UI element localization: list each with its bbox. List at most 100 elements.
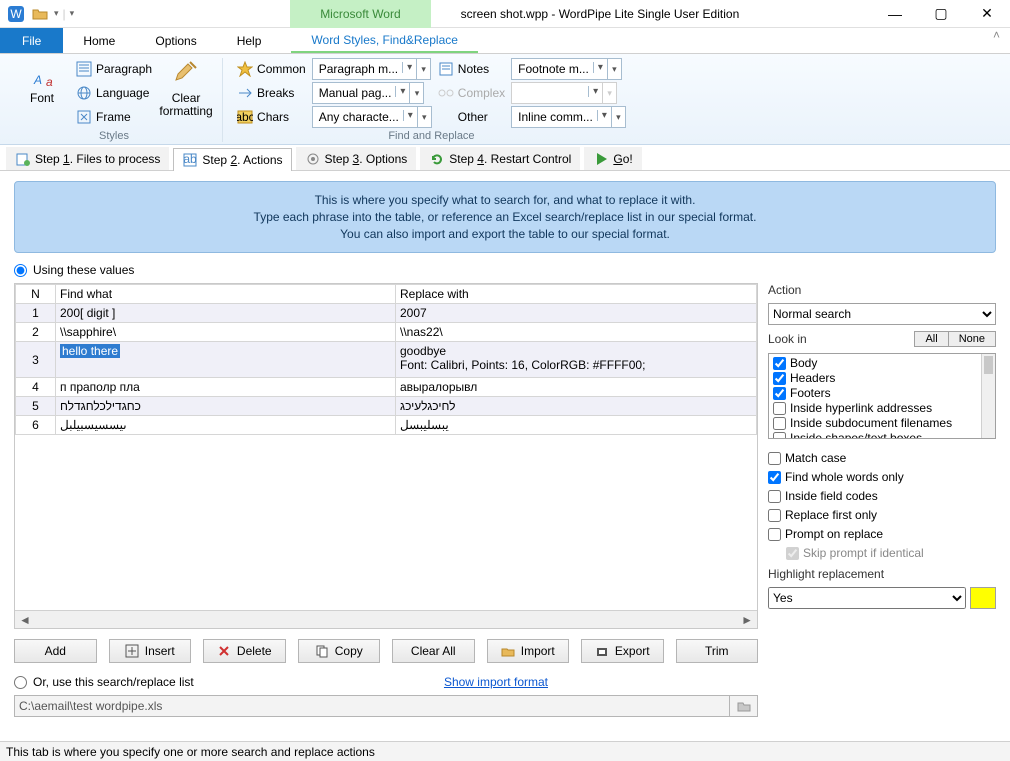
match-case-check[interactable]: Match case — [768, 451, 996, 466]
step-tabs: Step 1. Files to process abStep 2. Actio… — [0, 145, 1010, 171]
app-icon: W — [6, 4, 26, 24]
lookin-list[interactable]: Body Headers Footers Inside hyperlink ad… — [768, 353, 996, 439]
common-combo[interactable]: Paragraph m... — [312, 58, 417, 80]
maximize-button[interactable]: ▢ — [918, 0, 964, 28]
step3-tab[interactable]: Step 3. Options — [296, 147, 417, 170]
close-button[interactable]: ✕ — [964, 0, 1010, 28]
common-label: Common — [257, 62, 306, 76]
language-button[interactable]: Language — [76, 82, 152, 104]
chars-label: Chars — [257, 110, 289, 124]
lookin-none-button[interactable]: None — [948, 331, 996, 347]
delete-button[interactable]: Delete — [203, 639, 286, 663]
step1-tab[interactable]: Step 1. Files to process — [6, 147, 169, 170]
actions-icon: ab — [182, 152, 198, 168]
complex-combo-drop: ▾ — [603, 82, 617, 104]
replace-first-check[interactable]: Replace first only — [768, 508, 996, 523]
go-tab[interactable]: Go! — [584, 147, 641, 170]
notes-icon — [438, 61, 454, 77]
restart-icon — [429, 151, 445, 167]
copy-button[interactable]: Copy — [298, 639, 381, 663]
lookin-all-button[interactable]: All — [914, 331, 947, 347]
skip-prompt-check: Skip prompt if identical — [786, 546, 996, 561]
grid-hscroll[interactable]: ◄► — [15, 610, 757, 628]
import-button[interactable]: Import — [487, 639, 570, 663]
col-find: Find what — [56, 285, 396, 304]
breaks-label: Breaks — [257, 86, 294, 100]
other-combo[interactable]: Inline comm... — [511, 106, 612, 128]
chars-combo[interactable]: Any characte... — [312, 106, 418, 128]
contextual-tab-label: Microsoft Word — [290, 0, 430, 28]
selected-cell[interactable]: hello there — [56, 342, 396, 378]
qat-dropdown-icon[interactable]: ▾ — [54, 8, 59, 19]
tab-word-styles[interactable]: Word Styles, Find&Replace — [291, 28, 478, 53]
files-icon — [15, 151, 31, 167]
minimize-button[interactable]: — — [872, 0, 918, 28]
ribbon: Aa Font Paragraph Language Frame Clearfo… — [0, 54, 1010, 145]
browse-button[interactable] — [730, 695, 758, 717]
breaks-combo-drop[interactable]: ▾ — [410, 82, 424, 104]
notes-label: Notes — [458, 62, 489, 76]
col-n: N — [16, 285, 56, 304]
prompt-replace-check[interactable]: Prompt on replace — [768, 527, 996, 542]
add-button[interactable]: Add — [14, 639, 97, 663]
using-values-radio[interactable]: Using these values — [14, 263, 996, 277]
other-combo-drop[interactable]: ▾ — [612, 106, 626, 128]
tab-options[interactable]: Options — [135, 28, 216, 53]
svg-text:abc: abc — [237, 110, 253, 124]
list-path-input[interactable] — [14, 695, 730, 717]
title-bar: W ▾ | ▾ Microsoft Word screen shot.wpp -… — [0, 0, 1010, 28]
field-codes-check[interactable]: Inside field codes — [768, 489, 996, 504]
or-list-radio[interactable]: Or, use this search/replace list — [14, 675, 194, 689]
highlight-swatch[interactable] — [970, 587, 996, 609]
complex-icon — [438, 85, 454, 101]
export-icon — [595, 644, 609, 658]
clearall-button[interactable]: Clear All — [392, 639, 475, 663]
content-area: This is where you specify what to search… — [0, 171, 1010, 723]
notes-combo[interactable]: Footnote m... — [511, 58, 608, 80]
step4-tab[interactable]: Step 4. Restart Control — [420, 147, 580, 170]
lookin-label: Look in — [768, 332, 807, 346]
window-title: screen shot.wpp - WordPipe Lite Single U… — [431, 7, 872, 21]
search-replace-grid[interactable]: NFind whatReplace with 1200[ digit ]2007… — [14, 283, 758, 629]
common-combo-drop[interactable]: ▾ — [417, 58, 431, 80]
using-values-radio-input[interactable] — [14, 264, 27, 277]
star-icon — [237, 61, 253, 77]
clear-formatting-button[interactable]: Clearformatting — [158, 58, 214, 120]
action-label: Action — [768, 283, 996, 297]
ribbon-tabs: File Home Options Help Word Styles, Find… — [0, 28, 1010, 54]
collapse-ribbon-icon[interactable]: ˄ — [983, 28, 1010, 53]
chars-combo-drop[interactable]: ▾ — [418, 106, 432, 128]
export-button[interactable]: Export — [581, 639, 664, 663]
breaks-combo[interactable]: Manual pag... — [312, 82, 411, 104]
or-list-radio-input[interactable] — [14, 676, 27, 689]
paragraph-button[interactable]: Paragraph — [76, 58, 152, 80]
font-button[interactable]: Aa Font — [14, 58, 70, 107]
svg-text:A: A — [33, 73, 42, 87]
lookin-scrollbar[interactable] — [981, 354, 995, 438]
action-select[interactable]: Normal search — [768, 303, 996, 325]
step2-tab[interactable]: abStep 2. Actions — [173, 148, 291, 171]
grid-buttons: Add Insert Delete Copy Clear All Import … — [14, 639, 758, 663]
insert-button[interactable]: Insert — [109, 639, 192, 663]
frame-icon — [76, 109, 92, 125]
trim-button[interactable]: Trim — [676, 639, 759, 663]
import-icon — [501, 644, 515, 658]
breaks-icon — [237, 85, 253, 101]
complex-combo — [511, 82, 603, 104]
whole-words-check[interactable]: Find whole words only — [768, 470, 996, 485]
tab-file[interactable]: File — [0, 28, 63, 53]
tab-help[interactable]: Help — [217, 28, 282, 53]
complex-label: Complex — [458, 86, 505, 100]
highlight-select[interactable]: Yes — [768, 587, 966, 609]
highlight-label: Highlight replacement — [768, 567, 996, 581]
tab-home[interactable]: Home — [63, 28, 135, 53]
qat-customize-icon[interactable]: ▾ — [70, 8, 75, 19]
frame-button[interactable]: Frame — [76, 106, 152, 128]
broom-icon — [170, 60, 202, 92]
open-icon[interactable] — [30, 4, 50, 24]
show-import-format-link[interactable]: Show import format — [444, 675, 548, 689]
quick-access-toolbar: W ▾ | ▾ — [0, 4, 80, 24]
other-label: Other — [438, 110, 488, 124]
options-panel: Action Normal search Look in AllNone Bod… — [768, 283, 996, 717]
notes-combo-drop[interactable]: ▾ — [608, 58, 622, 80]
